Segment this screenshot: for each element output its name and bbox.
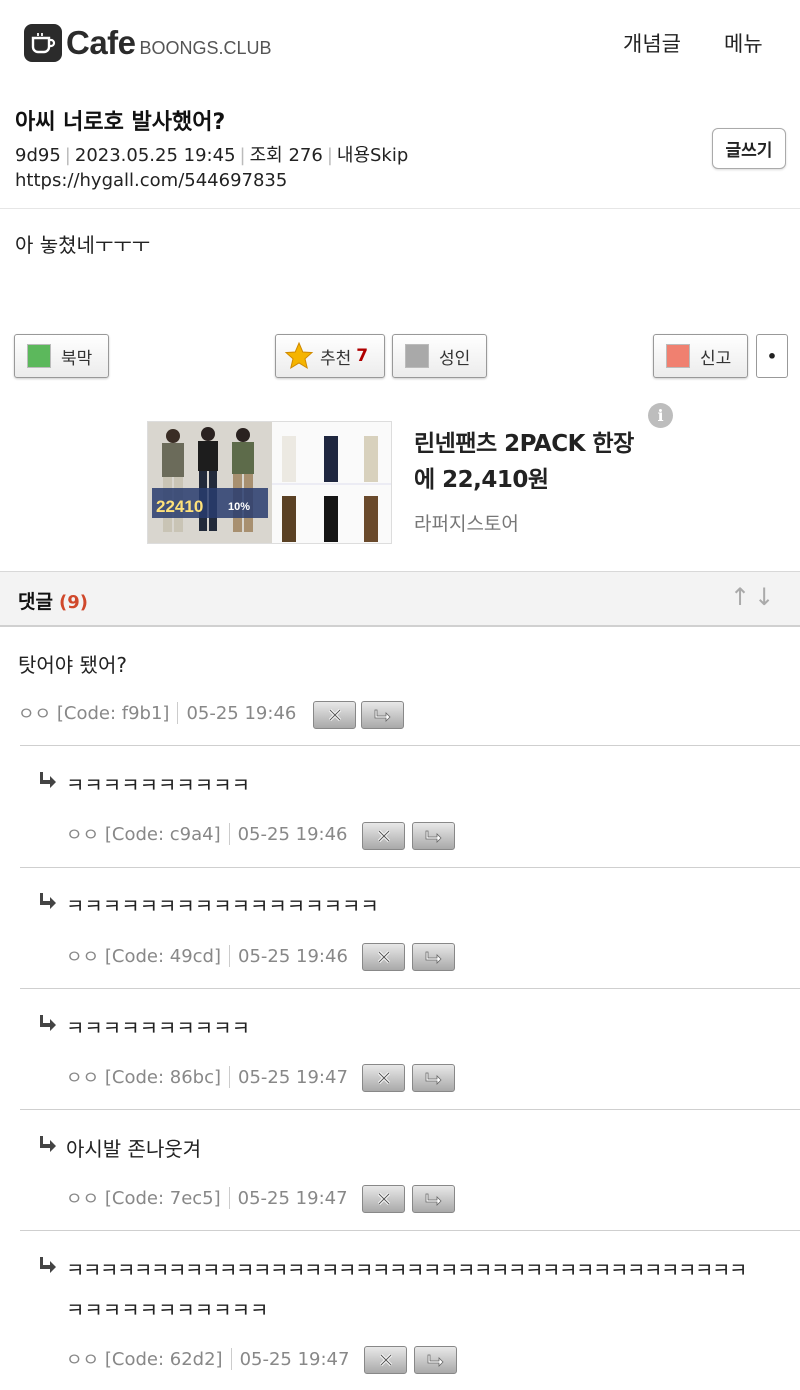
- delete-button[interactable]: [313, 701, 356, 729]
- gray-square-icon: [405, 344, 429, 368]
- logo-wordmark: Cafe: [66, 24, 136, 61]
- nav-concept-posts[interactable]: 개념글: [623, 28, 681, 58]
- author-code: 9d95: [15, 145, 61, 166]
- reply-indicator-icon: [40, 1257, 56, 1273]
- delete-button[interactable]: [362, 822, 405, 850]
- nav-menu[interactable]: 메뉴: [724, 28, 763, 58]
- reply-button[interactable]: [412, 1064, 455, 1092]
- reply-arrow-icon: [425, 951, 442, 964]
- skip-link[interactable]: 내용Skip: [337, 145, 408, 166]
- reply-button[interactable]: [414, 1346, 457, 1374]
- ad-store[interactable]: 라퍼지스토어: [414, 509, 519, 536]
- reply-button[interactable]: [412, 822, 455, 850]
- comment-meta: ㅇㅇ [Code: 86bc] 05-25 19:47: [66, 1066, 348, 1089]
- red-square-icon: [666, 344, 690, 368]
- green-square-icon: [27, 344, 51, 368]
- reply-button[interactable]: [412, 1185, 455, 1213]
- comments-header: 댓글 (9) ↑↓: [0, 571, 800, 627]
- ad-price-text: 22410: [156, 497, 203, 516]
- adult-button[interactable]: 성인: [392, 334, 487, 378]
- post-body: 아 놓쳤네ㅜㅜㅜ: [15, 233, 151, 257]
- comments-label: 댓글 (9): [18, 591, 88, 613]
- ad-discount-text: 10%: [228, 501, 250, 513]
- star-icon: [284, 341, 314, 371]
- comment-meta: ㅇㅇ [Code: c9a4] 05-25 19:46: [66, 823, 348, 846]
- report-button[interactable]: 신고: [653, 334, 748, 378]
- sort-arrows-icon[interactable]: ↑↓: [730, 583, 778, 611]
- bukmak-button[interactable]: 북막: [14, 334, 109, 378]
- recommend-button[interactable]: 추천 7: [275, 334, 385, 378]
- ad-image[interactable]: 22410 10%: [147, 421, 392, 544]
- delete-button[interactable]: [362, 1064, 405, 1092]
- x-icon: [377, 950, 390, 964]
- recommend-count: 7: [356, 346, 369, 366]
- divider: [20, 745, 800, 746]
- post-title: 아씨 너로호 발사했어?: [15, 110, 226, 135]
- reply-arrow-icon: [425, 1193, 442, 1206]
- reply-indicator-icon: [40, 1136, 56, 1152]
- comments-count: (9): [58, 592, 88, 613]
- ad-info-icon[interactable]: i: [648, 403, 673, 428]
- adult-label: 성인: [439, 348, 471, 369]
- reply-indicator-icon: [40, 1015, 56, 1031]
- reply-arrow-icon: [425, 1072, 442, 1085]
- x-icon: [377, 1192, 390, 1206]
- reply-arrow-icon: [425, 830, 442, 843]
- x-icon: [379, 1353, 392, 1367]
- comment-meta: ㅇㅇ [Code: 62d2] 05-25 19:47: [66, 1348, 350, 1371]
- write-button[interactable]: 글쓰기: [712, 128, 786, 169]
- divider: [20, 1109, 800, 1110]
- post-datetime: 2023.05.25 19:45: [74, 145, 236, 166]
- recommend-label: 추천: [320, 348, 352, 369]
- reply-button[interactable]: [361, 701, 404, 729]
- reply-arrow-icon: [427, 1354, 444, 1367]
- reply-indicator-icon: [40, 893, 56, 909]
- ad-title[interactable]: 린넨팬츠 2PACK 한장에 22,410원: [414, 426, 644, 498]
- comment-meta: ㅇㅇ [Code: 7ec5] 05-25 19:47: [66, 1187, 348, 1210]
- divider: [20, 867, 800, 868]
- site-logo[interactable]: Cafe BOONGS.CLUB: [24, 24, 272, 62]
- top-header: Cafe BOONGS.CLUB 개념글 메뉴: [0, 0, 800, 90]
- more-button[interactable]: •: [756, 334, 788, 378]
- comment-meta: ㅇㅇ [Code: f9b1] 05-25 19:46: [18, 702, 297, 725]
- logo-domain: BOONGS.CLUB: [139, 37, 272, 58]
- report-label: 신고: [700, 348, 732, 369]
- delete-button[interactable]: [364, 1346, 407, 1374]
- comment-text: ㅋㅋㅋㅋㅋㅋㅋㅋㅋㅋ: [66, 773, 250, 797]
- delete-button[interactable]: [362, 943, 405, 971]
- reply-button[interactable]: [412, 943, 455, 971]
- comment-text: ㅋㅋㅋㅋㅋㅋㅋㅋㅋㅋㅋㅋㅋㅋㅋㅋㅋㅋㅋㅋㅋㅋㅋㅋㅋㅋㅋㅋㅋㅋㅋㅋㅋㅋㅋㅋㅋㅋㅋㅋ: [66, 1258, 747, 1282]
- divider: [0, 208, 800, 209]
- post-url[interactable]: https://hygall.com/544697835: [15, 170, 287, 191]
- comment-meta: ㅇㅇ [Code: 49cd] 05-25 19:46: [66, 945, 348, 968]
- reply-indicator-icon: [40, 772, 56, 788]
- comment-text: ㅋㅋㅋㅋㅋㅋㅋㅋㅋㅋㅋㅋㅋㅋㅋㅋㅋ: [66, 894, 379, 918]
- divider: [20, 988, 800, 989]
- divider: [20, 1230, 800, 1231]
- coffee-cup-icon: [24, 24, 62, 62]
- comment-text-line2: ㅋㅋㅋㅋㅋㅋㅋㅋㅋㅋㅋ: [66, 1298, 269, 1322]
- view-count: 조회 276: [249, 145, 323, 166]
- comment-text: 아시발 존나웃겨: [66, 1137, 202, 1161]
- post-meta: 9d95 | 2023.05.25 19:45 | 조회 276 | 내용Skip: [15, 145, 409, 166]
- bukmak-label: 북막: [61, 348, 93, 369]
- x-icon: [377, 829, 390, 843]
- reply-arrow-icon: [374, 709, 391, 722]
- comment-text: ㅋㅋㅋㅋㅋㅋㅋㅋㅋㅋ: [66, 1016, 250, 1040]
- comment-text: 탓어야 됐어?: [18, 653, 127, 677]
- x-icon: [328, 708, 341, 722]
- x-icon: [377, 1071, 390, 1085]
- delete-button[interactable]: [362, 1185, 405, 1213]
